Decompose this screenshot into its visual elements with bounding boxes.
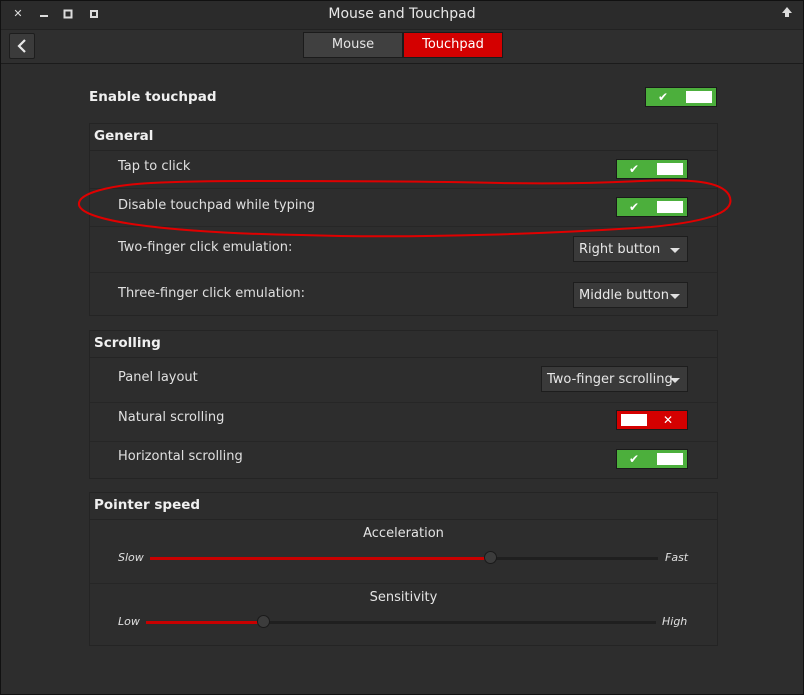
window-title: Mouse and Touchpad [328, 6, 476, 22]
three-finger-label: Three-finger click emulation: [118, 286, 306, 301]
switch-knob [657, 453, 683, 465]
chevron-down-icon [670, 378, 680, 383]
pointer-speed-section: Pointer speed Acceleration Slow Fast Sen… [89, 492, 718, 646]
up-arrow-icon[interactable] [781, 5, 793, 22]
tap-to-click-row: Tap to click ✔ [90, 151, 717, 189]
disable-while-typing-label: Disable touchpad while typing [118, 198, 316, 213]
natural-scrolling-row: Natural scrolling ✕ [90, 403, 717, 442]
scrolling-header: Scrolling [90, 331, 717, 358]
tab-mouse[interactable]: Mouse [303, 32, 403, 58]
acceleration-label: Acceleration [363, 526, 444, 541]
switch-knob [621, 414, 647, 426]
acceleration-thumb[interactable] [484, 551, 498, 564]
check-icon: ✔ [629, 162, 640, 176]
acceleration-row: Acceleration Slow Fast [90, 520, 717, 584]
natural-scrolling-label: Natural scrolling [118, 410, 225, 425]
titlebar: ✕ Mouse and Touchpad [1, 1, 803, 30]
sensitivity-thumb[interactable] [257, 615, 271, 628]
chevron-down-icon [670, 248, 680, 253]
three-finger-value: Middle button [579, 288, 669, 303]
switch-knob [657, 163, 683, 175]
two-finger-row: Two-finger click emulation: Right button [90, 227, 717, 273]
two-finger-label: Two-finger click emulation: [118, 240, 293, 255]
disable-while-typing-row: Disable touchpad while typing ✔ [90, 189, 717, 227]
slow-label: Slow [118, 551, 144, 564]
tab-touchpad[interactable]: Touchpad [403, 32, 503, 58]
check-icon: ✔ [629, 200, 640, 214]
general-header: General [90, 124, 717, 151]
chevron-down-icon [670, 294, 680, 299]
acceleration-fill [150, 557, 491, 560]
sensitivity-row: Sensitivity Low High [90, 584, 717, 647]
tap-to-click-label: Tap to click [118, 159, 191, 174]
tap-to-click-switch[interactable]: ✔ [616, 159, 688, 179]
back-arrow-icon [17, 39, 26, 53]
acceleration-slider[interactable] [150, 551, 658, 564]
sensitivity-label: Sensitivity [369, 590, 438, 605]
panel-layout-value: Two-finger scrolling [547, 372, 673, 387]
check-icon: ✔ [658, 90, 669, 104]
two-finger-value: Right button [579, 242, 661, 257]
panel-layout-label: Panel layout [118, 370, 198, 385]
toolbar: Mouse Touchpad [1, 30, 803, 64]
sensitivity-slider[interactable] [146, 615, 656, 628]
general-section: General Tap to click ✔ Disable touchpad … [89, 123, 718, 316]
x-icon: ✕ [662, 413, 673, 427]
fast-label: Fast [665, 551, 689, 564]
low-label: Low [118, 615, 140, 628]
switch-knob [657, 201, 683, 213]
horizontal-scrolling-switch[interactable]: ✔ [616, 449, 688, 469]
natural-scrolling-switch[interactable]: ✕ [616, 410, 688, 430]
back-button[interactable] [9, 33, 35, 59]
switch-knob [686, 91, 712, 103]
scrolling-section: Scrolling Panel layout Two-finger scroll… [89, 330, 718, 479]
panel-layout-row: Panel layout Two-finger scrolling [90, 358, 717, 403]
enable-touchpad-label: Enable touchpad [89, 89, 217, 105]
tab-bar: Mouse Touchpad [303, 32, 503, 58]
horizontal-scrolling-row: Horizontal scrolling ✔ [90, 442, 717, 480]
sensitivity-fill [146, 621, 264, 624]
settings-window: ✕ Mouse and Touchpad Mouse Touchpad Enab… [0, 0, 804, 695]
panel-layout-dropdown[interactable]: Two-finger scrolling [541, 366, 688, 392]
disable-while-typing-switch[interactable]: ✔ [616, 197, 688, 217]
three-finger-row: Three-finger click emulation: Middle but… [90, 273, 717, 317]
three-finger-dropdown[interactable]: Middle button [573, 282, 688, 308]
pointer-speed-header: Pointer speed [90, 493, 717, 520]
horizontal-scrolling-label: Horizontal scrolling [118, 449, 243, 464]
high-label: High [662, 615, 688, 628]
two-finger-dropdown[interactable]: Right button [573, 236, 688, 262]
check-icon: ✔ [629, 452, 640, 466]
enable-touchpad-switch[interactable]: ✔ [645, 87, 717, 107]
